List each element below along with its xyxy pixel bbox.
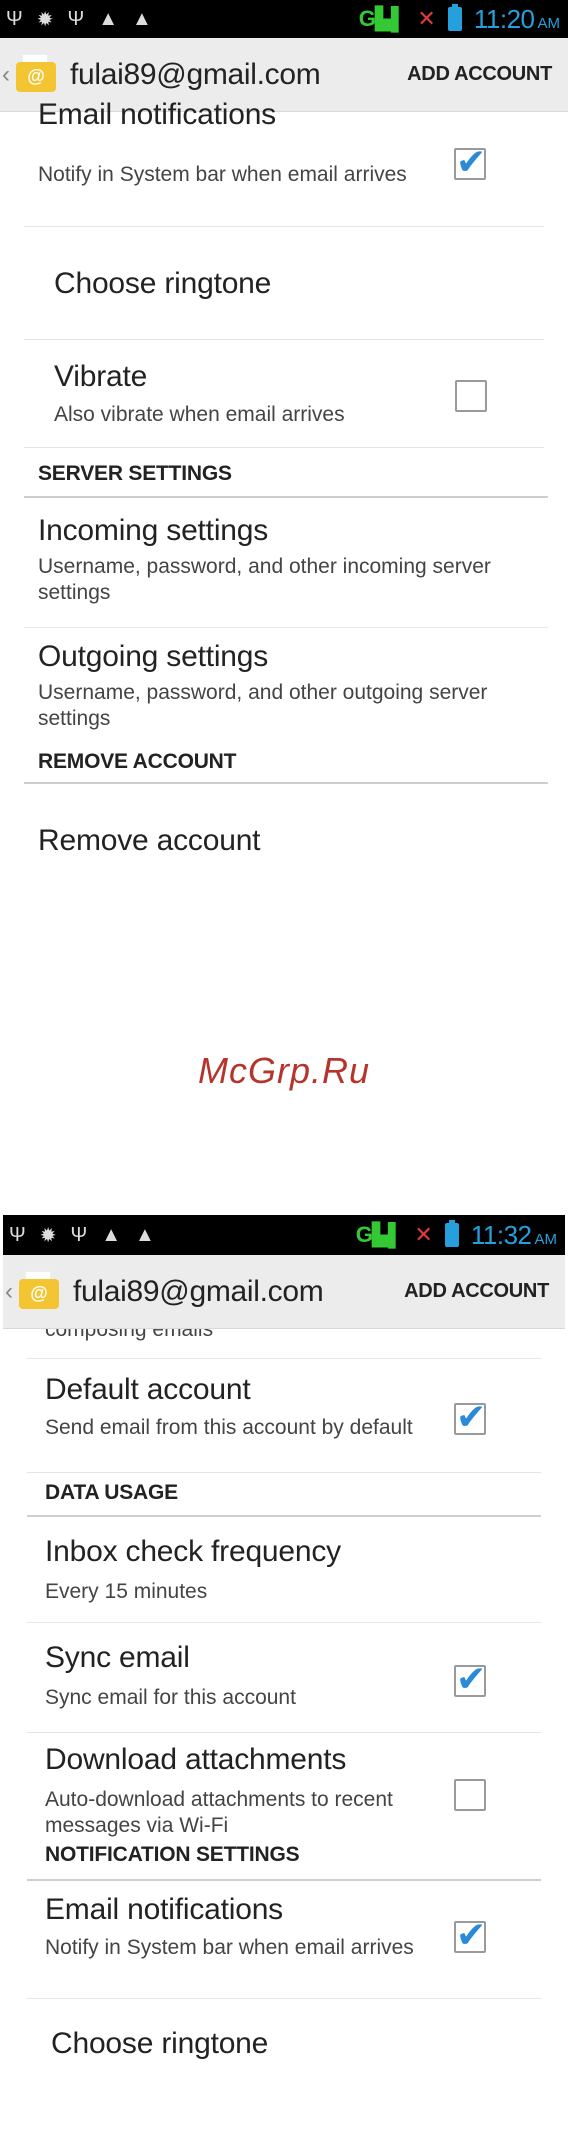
checkbox[interactable] [454, 1658, 486, 1700]
remove-account-pref[interactable]: Remove account [24, 784, 548, 894]
pref-title: Choose ringtone [51, 2027, 269, 2060]
download-attachments-pref[interactable]: Download attachments Auto-download attac… [27, 1733, 541, 1843]
settings-list: Email notifications Notify in System bar… [0, 98, 568, 894]
email-notifications-pref[interactable]: Email notifications Notify in System bar… [24, 98, 544, 227]
choose-ringtone-pref[interactable]: Choose ringtone [27, 1999, 541, 2060]
usb-icon: Ψ [9, 1223, 26, 1246]
status-bar: Ψ ✹ Ψ ▲ ▲ G▙▌ ✕ 11:32 AM [3, 1215, 565, 1255]
pref-title: Sync email [45, 1641, 190, 1674]
up-caret-icon[interactable]: ‹ [5, 1278, 17, 1306]
clipped-pref[interactable]: composing emails [27, 1329, 541, 1359]
pref-summary: Every 15 minutes [45, 1580, 208, 1603]
pref-title: Incoming settings [38, 514, 269, 547]
vibrate-pref[interactable]: Vibrate Also vibrate when email arrives [24, 340, 544, 448]
category-server-settings: SERVER SETTINGS [24, 448, 548, 498]
pref-title: Email notifications [38, 98, 276, 131]
notification-icons: Ψ ✹ Ψ ▲ ▲ [9, 1223, 155, 1248]
pref-title: Download attachments [45, 1743, 347, 1776]
warning-icon: ▲ [135, 1223, 155, 1246]
pref-title: Choose ringtone [54, 267, 272, 300]
category-notification-settings: NOTIFICATION SETTINGS [27, 1843, 541, 1881]
category-remove-account: REMOVE ACCOUNT [24, 750, 548, 784]
usb-icon: Ψ [67, 7, 85, 30]
android-debug-icon: ✹ [36, 8, 54, 31]
inbox-check-frequency-pref[interactable]: Inbox check frequency Every 15 minutes [27, 1517, 541, 1623]
pref-summary: composing emails [45, 1329, 214, 1341]
pref-title: Outgoing settings [38, 640, 269, 673]
pref-summary: Sync email for this account [45, 1686, 296, 1709]
battery-icon [444, 1220, 459, 1247]
clock: 11:32 [470, 1219, 532, 1250]
sync-email-pref[interactable]: Sync email Sync email for this account [27, 1623, 541, 1733]
warning-icon: ▲ [132, 7, 152, 30]
checkbox[interactable] [455, 380, 487, 412]
checkbox[interactable] [454, 141, 486, 183]
clock: 11:20 [473, 3, 535, 34]
watermark: McGrp.Ru [197, 1050, 371, 1091]
pref-title: Remove account [38, 824, 261, 857]
pref-summary: Notify in System bar when email arrives [38, 163, 407, 186]
clock-ampm: AM [537, 14, 561, 32]
missed-call-icon: ✕ [414, 1222, 433, 1247]
screenshot-bottom: Ψ ✹ Ψ ▲ ▲ G▙▌ ✕ 11:32AM ‹ fulai89@gmail.… [3, 1215, 565, 2146]
action-bar: ‹ fulai89@gmail.com ADD ACCOUNT [3, 1255, 565, 1329]
pref-title: Vibrate [54, 360, 148, 393]
pref-summary: Send email from this account by default [45, 1416, 413, 1439]
battery-icon [447, 4, 462, 31]
missed-call-icon: ✕ [417, 6, 436, 31]
account-title: fulai89@gmail.com [73, 1274, 324, 1308]
pref-summary: Notify in System bar when email arrives [45, 1936, 414, 1959]
add-account-button[interactable]: ADD ACCOUNT [404, 1280, 549, 1303]
email-app-icon[interactable] [17, 1269, 63, 1315]
signal-icon: G▙▌ [358, 6, 407, 31]
usb-icon: Ψ [6, 7, 23, 30]
checkbox[interactable] [454, 1396, 486, 1438]
pref-summary: Username, password, and other outgoing s… [38, 681, 488, 730]
status-bar: Ψ ✹ Ψ ▲ ▲ G▙▌ ✕ 11:20 AM [0, 0, 568, 38]
pref-title: Email notifications [45, 1893, 283, 1926]
choose-ringtone-pref[interactable]: Choose ringtone [24, 227, 544, 340]
warning-icon: ▲ [101, 1223, 121, 1246]
email-notifications-pref[interactable]: Email notifications Notify in System bar… [27, 1881, 541, 1999]
category-data-usage: DATA USAGE [27, 1473, 541, 1517]
screenshot-top: Ψ ✹ Ψ ▲ ▲ G▙▌ ✕ 11:20AM ‹ fulai89@gmail.… [0, 0, 568, 1000]
pref-summary: Username, password, and other incoming s… [38, 555, 491, 604]
email-app-icon[interactable] [14, 52, 60, 98]
clock-ampm: AM [534, 1230, 558, 1248]
usb-icon: Ψ [70, 1223, 88, 1246]
settings-list: composing emails Default account Send em… [3, 1329, 565, 2060]
checkbox[interactable] [454, 1779, 486, 1811]
default-account-pref[interactable]: Default account Send email from this acc… [27, 1359, 541, 1473]
outgoing-settings-pref[interactable]: Outgoing settings Username, password, an… [24, 628, 548, 750]
notification-icons: Ψ ✹ Ψ ▲ ▲ [6, 7, 152, 32]
pref-title: Inbox check frequency [45, 1535, 341, 1568]
signal-icon: G▙▌ [355, 1222, 404, 1247]
add-account-button[interactable]: ADD ACCOUNT [407, 63, 552, 86]
checkbox[interactable] [454, 1914, 486, 1956]
up-caret-icon[interactable]: ‹ [2, 61, 14, 89]
pref-summary: Auto-download attachments to recent mess… [45, 1788, 393, 1837]
pref-title: Default account [45, 1373, 251, 1406]
account-title: fulai89@gmail.com [70, 57, 321, 91]
warning-icon: ▲ [98, 7, 118, 30]
pref-summary: Also vibrate when email arrives [54, 403, 345, 426]
incoming-settings-pref[interactable]: Incoming settings Username, password, an… [24, 498, 548, 628]
android-debug-icon: ✹ [39, 1224, 57, 1247]
